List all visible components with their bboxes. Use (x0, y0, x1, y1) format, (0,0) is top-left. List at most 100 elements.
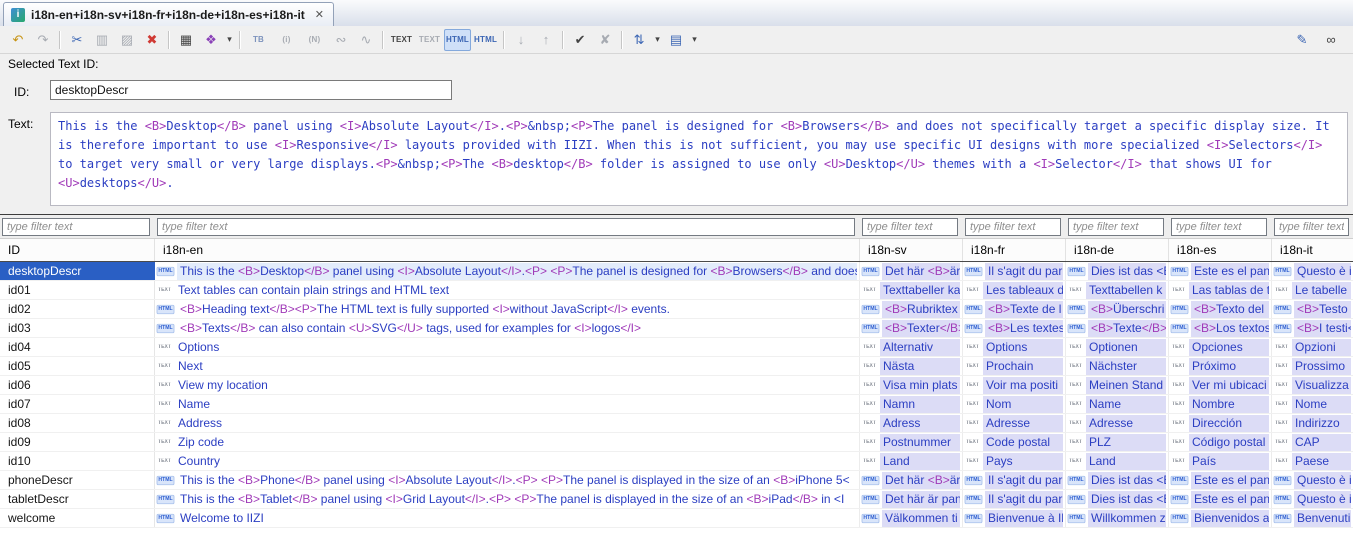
cell-es[interactable]: HTMLBienvenidos a (1169, 509, 1272, 527)
cell-sv[interactable]: HTMLDet här <B>är (860, 471, 963, 489)
table-row-welcome[interactable]: welcomeHTMLWelcome to IIZIHTMLVälkommen … (0, 509, 1353, 528)
cell-en[interactable]: TEXTAddress (155, 414, 860, 432)
column-header-i18n-de[interactable]: i18n-de (1066, 239, 1169, 261)
cell-fr[interactable]: HTMLIl s'agit du par (963, 262, 1066, 280)
cell-de[interactable]: TEXTPLZ (1066, 433, 1169, 451)
row-id[interactable]: id07 (0, 395, 155, 413)
cell-en[interactable]: TEXTZip code (155, 433, 860, 451)
cell-sv[interactable]: TEXTNästa (860, 357, 963, 375)
close-icon[interactable]: ✕ (315, 8, 324, 21)
cell-es[interactable]: HTMLEste es el pane (1169, 262, 1272, 280)
plain-text-button[interactable]: TEXT (416, 29, 443, 51)
filter-input-i18n-en[interactable] (157, 218, 855, 236)
table-row-desktopDescr[interactable]: desktopDescrHTMLThis is the <B>Desktop</… (0, 262, 1353, 281)
cell-it[interactable]: HTMLBenvenuti (1272, 509, 1353, 527)
copy-icon[interactable]: ▥ (90, 29, 114, 51)
cell-en[interactable]: HTMLThis is the <B>Phone</B> panel using… (155, 471, 860, 489)
cell-fr[interactable]: TEXTCode postal (963, 433, 1066, 451)
filter-input-i18n-fr[interactable] (965, 218, 1061, 236)
cell-es[interactable]: TEXTPaís (1169, 452, 1272, 470)
cell-fr[interactable]: TEXTOptions (963, 338, 1066, 356)
cell-es[interactable]: TEXTVer mi ubicaci (1169, 376, 1272, 394)
cell-sv[interactable]: HTML<B>Texter</B> (860, 319, 963, 337)
cell-it[interactable]: TEXTIndirizzo (1272, 414, 1353, 432)
cell-de[interactable]: TEXTName (1066, 395, 1169, 413)
row-id[interactable]: id01 (0, 281, 155, 299)
column-header-id[interactable]: ID (0, 239, 155, 261)
cell-en[interactable]: TEXTNext (155, 357, 860, 375)
filter-input-id[interactable] (2, 218, 150, 236)
cell-de[interactable]: TEXTNächster (1066, 357, 1169, 375)
id-input[interactable] (50, 80, 452, 100)
cell-es[interactable]: HTMLEste es el pane (1169, 471, 1272, 489)
cell-it[interactable]: HTMLQuesto è il (1272, 490, 1353, 508)
table-row-phoneDescr[interactable]: phoneDescrHTMLThis is the <B>Phone</B> p… (0, 471, 1353, 490)
table-row-tabletDescr[interactable]: tabletDescrHTMLThis is the <B>Tablet</B>… (0, 490, 1353, 509)
cell-fr[interactable]: TEXTLes tableaux d (963, 281, 1066, 299)
cell-de[interactable]: TEXTTexttabellen k (1066, 281, 1169, 299)
cell-es[interactable]: TEXTOpciones (1169, 338, 1272, 356)
cell-de[interactable]: HTMLDies ist das <B (1066, 490, 1169, 508)
table-row-id04[interactable]: id04TEXTOptionsTEXTAlternativTEXTOptions… (0, 338, 1353, 357)
reading-glasses-icon[interactable]: ∞ (1319, 29, 1343, 51)
cell-fr[interactable]: HTMLIl s'agit du par (963, 471, 1066, 489)
cell-fr[interactable]: HTML<B>Les textes (963, 319, 1066, 337)
languages-dropdown-icon[interactable]: ▾ (224, 29, 235, 51)
cell-fr[interactable]: TEXTProchain (963, 357, 1066, 375)
cell-fr[interactable]: HTMLIl s'agit du par (963, 490, 1066, 508)
cell-en[interactable]: HTML<B>Heading text</B><P>The HTML text … (155, 300, 860, 318)
cell-de[interactable]: TEXTLand (1066, 452, 1169, 470)
column-header-i18n-sv[interactable]: i18n-sv (860, 239, 963, 261)
cell-es[interactable]: HTML<B>Los textos (1169, 319, 1272, 337)
text-editor[interactable]: This is the <B>Desktop</B> panel using <… (50, 112, 1348, 206)
table-row-id07[interactable]: id07TEXTNameTEXTNamnTEXTNomTEXTNameTEXTN… (0, 395, 1353, 414)
table-row-id09[interactable]: id09TEXTZip codeTEXTPostnummerTEXTCode p… (0, 433, 1353, 452)
filter-input-i18n-de[interactable] (1068, 218, 1164, 236)
cell-it[interactable]: TEXTOpzioni (1272, 338, 1353, 356)
insert-id-icon[interactable]: (i) (273, 29, 300, 51)
html-source-button[interactable]: HTML (472, 29, 499, 51)
table-row-id08[interactable]: id08TEXTAddressTEXTAdressTEXTAdresseTEXT… (0, 414, 1353, 433)
cell-sv[interactable]: TEXTLand (860, 452, 963, 470)
table-row-id02[interactable]: id02HTML<B>Heading text</B><P>The HTML t… (0, 300, 1353, 319)
cell-de[interactable]: HTMLDies ist das <B (1066, 262, 1169, 280)
redo-icon[interactable]: ↷ (31, 29, 55, 51)
edit-note-icon[interactable]: ✎ (1290, 29, 1314, 51)
link-icon[interactable]: ∾ (329, 29, 353, 51)
table-browser-icon[interactable]: TB (245, 29, 272, 51)
cell-de[interactable]: HTML<B>Texte</B> (1066, 319, 1169, 337)
cell-en[interactable]: HTMLThis is the <B>Tablet</B> panel usin… (155, 490, 860, 508)
text-mode-button[interactable]: TEXT (388, 29, 415, 51)
row-id[interactable]: tabletDescr (0, 490, 155, 508)
move-down-icon[interactable]: ↓ (509, 29, 533, 51)
table-row-id05[interactable]: id05TEXTNextTEXTNästaTEXTProchainTEXTNäc… (0, 357, 1353, 376)
cell-sv[interactable]: HTMLDet här <B>är (860, 262, 963, 280)
filter-input-i18n-sv[interactable] (862, 218, 958, 236)
cell-fr[interactable]: TEXTAdresse (963, 414, 1066, 432)
view-menu-icon[interactable]: ▤ (664, 29, 688, 51)
cell-de[interactable]: TEXTAdresse (1066, 414, 1169, 432)
cell-es[interactable]: TEXTDirección (1169, 414, 1272, 432)
table-row-id01[interactable]: id01TEXTText tables can contain plain st… (0, 281, 1353, 300)
cell-sv[interactable]: TEXTAlternativ (860, 338, 963, 356)
cell-sv[interactable]: HTML<B>Rubriktex (860, 300, 963, 318)
cell-en[interactable]: HTMLThis is the <B>Desktop</B> panel usi… (155, 262, 860, 280)
column-header-i18n-en[interactable]: i18n-en (155, 239, 860, 261)
unlink-icon[interactable]: ∿ (354, 29, 378, 51)
row-id[interactable]: id02 (0, 300, 155, 318)
filter-input-i18n-es[interactable] (1171, 218, 1267, 236)
cell-es[interactable]: HTMLEste es el pane (1169, 490, 1272, 508)
sort-icon[interactable]: ⇅ (627, 29, 651, 51)
cell-es[interactable]: TEXTNombre (1169, 395, 1272, 413)
insert-name-icon[interactable]: (N) (301, 29, 328, 51)
table-row-id03[interactable]: id03HTML<B>Texts</B> can also contain <U… (0, 319, 1353, 338)
cut-icon[interactable]: ✂ (65, 29, 89, 51)
row-id[interactable]: id08 (0, 414, 155, 432)
cell-en[interactable]: TEXTCountry (155, 452, 860, 470)
cell-en[interactable]: TEXTOptions (155, 338, 860, 356)
cell-it[interactable]: HTMLQuesto è il (1272, 262, 1353, 280)
cell-en[interactable]: TEXTText tables can contain plain string… (155, 281, 860, 299)
cell-fr[interactable]: TEXTVoir ma positi (963, 376, 1066, 394)
cell-it[interactable]: HTML<B>Testo de (1272, 300, 1353, 318)
cell-de[interactable]: HTMLWillkommen z (1066, 509, 1169, 527)
